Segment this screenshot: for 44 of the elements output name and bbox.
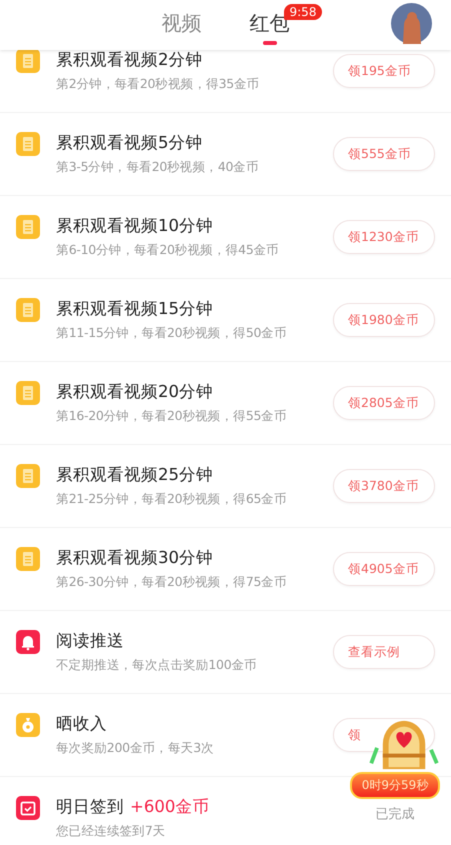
task-description: 第26-30分钟，每看20秒视频，得75金币 xyxy=(56,574,288,591)
reward-button[interactable]: 领3780金币 xyxy=(333,469,435,503)
reward-button[interactable]: 领2805金币 xyxy=(333,386,435,420)
document-icon xyxy=(16,547,40,571)
document-icon xyxy=(16,132,40,156)
countdown-timer: 0时9分59秒 xyxy=(350,772,440,799)
task-description: 您已经连续签到7天 xyxy=(56,823,166,840)
task-title: 阅读推送 xyxy=(56,630,124,652)
task-title: 累积观看视频20分钟 xyxy=(56,381,213,403)
task-description: 第16-20分钟，每看20秒视频，得55金币 xyxy=(56,408,288,425)
task-description: 每次奖励200金币，每天3次 xyxy=(56,740,215,757)
task-description: 第11-15分钟，每看20秒视频，得50金币 xyxy=(56,325,288,342)
money-bag-icon xyxy=(16,713,40,737)
task-description: 第2分钟，每看20秒视频，得35金币 xyxy=(56,76,260,93)
reward-button[interactable]: 领555金币 xyxy=(333,137,435,171)
document-icon xyxy=(16,298,40,322)
document-icon xyxy=(16,215,40,239)
task-title: 累积观看视频5分钟 xyxy=(56,132,202,154)
task-description: 第21-25分钟，每看20秒视频，得65金币 xyxy=(56,491,288,508)
document-icon xyxy=(16,381,40,405)
task-title: 累积观看视频2分钟 xyxy=(56,49,202,71)
task-description: 第3-5分钟，每看20秒视频，40金币 xyxy=(56,159,260,176)
bonus-amount: +600金币 xyxy=(130,796,210,818)
reward-button[interactable]: 领195金币 xyxy=(333,54,435,88)
task-title: 累积观看视频25分钟 xyxy=(56,464,213,486)
avatar[interactable] xyxy=(391,3,432,44)
task-title: 累积观看视频10分钟 xyxy=(56,215,213,237)
bell-icon xyxy=(16,630,40,654)
task-title: 累积观看视频15分钟 xyxy=(56,298,213,320)
task-description: 第6-10分钟，每看20秒视频，得45金币 xyxy=(56,242,280,259)
chest-status: 已完成 xyxy=(376,806,414,823)
calendar-icon xyxy=(16,796,40,820)
task-title: 明日签到 xyxy=(56,796,124,818)
document-icon xyxy=(16,49,40,73)
timer-badge: 9:58 xyxy=(284,4,322,20)
tab[interactable]: 视频 xyxy=(162,4,202,46)
reward-button[interactable]: 领1980金币 xyxy=(333,303,435,337)
document-icon xyxy=(16,464,40,488)
task-title: 晒收入 xyxy=(56,713,107,735)
reward-button[interactable]: 查看示例 xyxy=(333,635,435,669)
reward-button[interactable]: 领4905金币 xyxy=(333,552,435,586)
task-title: 累积观看视频30分钟 xyxy=(56,547,213,569)
reward-button[interactable]: 领1230金币 xyxy=(333,220,435,254)
task-description: 不定期推送，每次点击奖励100金币 xyxy=(56,657,258,674)
